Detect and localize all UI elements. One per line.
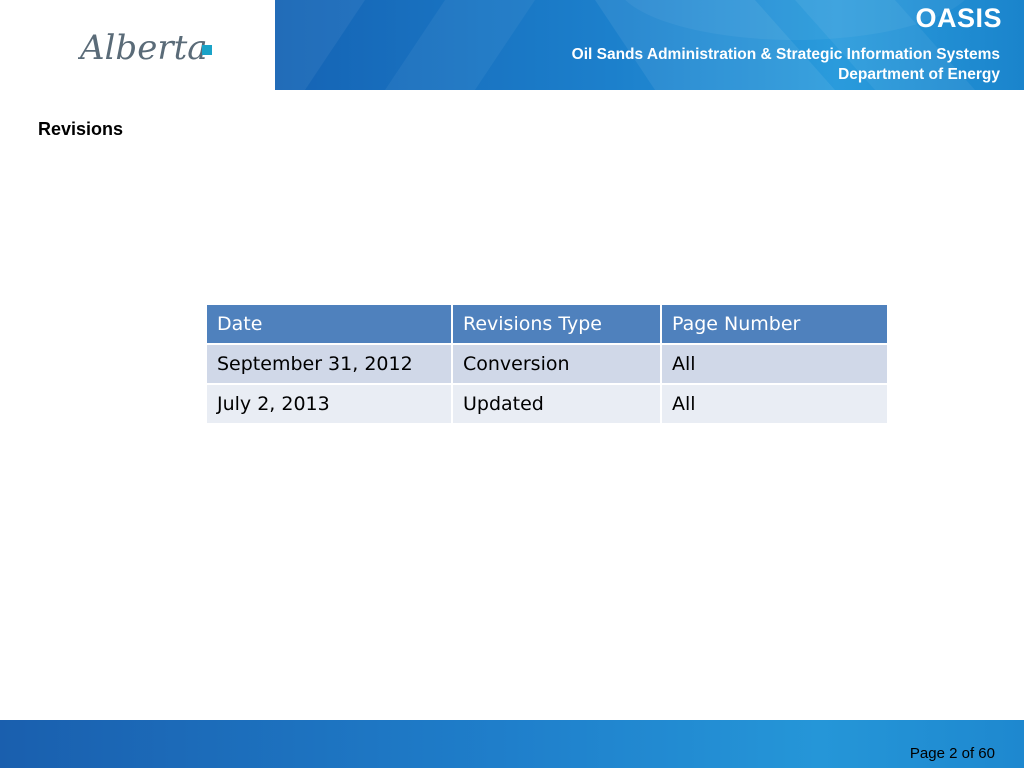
page-number: Page 2 of 60: [909, 745, 995, 762]
table-cell-page-number: All: [660, 343, 889, 385]
page-header: Alberta OASIS Oil Sands Administration &…: [0, 0, 1024, 90]
table-row: September 31, 2012 Conversion All: [205, 343, 889, 385]
table-row: July 2, 2013 Updated All: [205, 383, 889, 425]
svg-text:Alberta: Alberta: [78, 28, 208, 68]
banner-title: OASIS: [915, 3, 1002, 33]
table-cell-date: July 2, 2013: [205, 383, 453, 425]
table-header-row: Date Revisions Type Page Number: [205, 303, 889, 345]
column-header-page-number: Page Number: [660, 303, 889, 345]
alberta-logo: Alberta: [78, 28, 212, 68]
banner-subtitle-line1: Oil Sands Administration & Strategic Inf…: [571, 46, 1000, 63]
alberta-logo-area: Alberta: [0, 0, 275, 90]
page-footer: Page 2 of 60: [0, 720, 1024, 768]
section-title: Revisions: [38, 119, 124, 139]
revisions-table: Date Revisions Type Page Number Septembe…: [205, 303, 889, 425]
table-cell-revisions-type: Conversion: [451, 343, 662, 385]
table-cell-revisions-type: Updated: [451, 383, 662, 425]
banner-subtitle-line2: Department of Energy: [838, 66, 1000, 83]
column-header-date: Date: [205, 303, 453, 345]
table-cell-date: September 31, 2012: [205, 343, 453, 385]
table-cell-page-number: All: [660, 383, 889, 425]
oasis-banner: OASIS Oil Sands Administration & Strateg…: [275, 0, 1024, 90]
banner-subtitle: Oil Sands Administration & Strategic Inf…: [572, 45, 1000, 85]
column-header-revisions-type: Revisions Type: [451, 303, 662, 345]
